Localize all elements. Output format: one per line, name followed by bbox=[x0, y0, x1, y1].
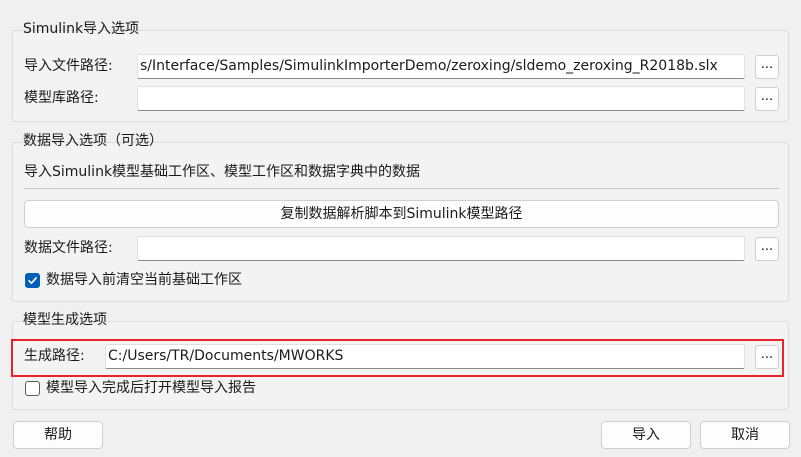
checkmark-icon bbox=[28, 277, 37, 284]
library-path-browse-button[interactable]: ... bbox=[755, 87, 779, 111]
output-path-label: 生成路径: bbox=[24, 348, 85, 364]
output-path-field[interactable]: C:/Users/TR/Documents/MWORKS bbox=[105, 344, 745, 369]
import-button[interactable]: 导入 bbox=[601, 421, 691, 449]
data-file-path-label: 数据文件路径: bbox=[24, 240, 113, 256]
import-path-field[interactable]: s/Interface/Samples/SimulinkImporterDemo… bbox=[137, 54, 745, 79]
description-divider bbox=[24, 188, 779, 189]
data-import-description: 导入Simulink模型基础工作区、模型工作区和数据字典中的数据 bbox=[24, 164, 421, 180]
data-file-path-field[interactable] bbox=[137, 236, 745, 261]
library-path-label: 模型库路径: bbox=[24, 90, 99, 106]
output-path-browse-button[interactable]: ... bbox=[755, 345, 779, 369]
group-title-generation: 模型生成选项 bbox=[23, 312, 107, 328]
import-path-label: 导入文件路径: bbox=[24, 58, 113, 74]
data-file-browse-button[interactable]: ... bbox=[755, 237, 779, 261]
group-title-data: 数据导入选项（可选） bbox=[23, 133, 163, 149]
import-path-browse-button[interactable]: ... bbox=[755, 55, 779, 79]
library-path-field[interactable] bbox=[137, 86, 745, 111]
open-report-label[interactable]: 模型导入完成后打开模型导入报告 bbox=[46, 378, 256, 398]
group-title-simulink: Simulink导入选项 bbox=[23, 21, 140, 37]
clear-workspace-checkbox[interactable] bbox=[25, 273, 40, 288]
cancel-button[interactable]: 取消 bbox=[700, 421, 790, 449]
copy-script-button[interactable]: 复制数据解析脚本到Simulink模型路径 bbox=[24, 200, 779, 228]
open-report-checkbox[interactable] bbox=[25, 381, 40, 396]
clear-workspace-label[interactable]: 数据导入前清空当前基础工作区 bbox=[46, 270, 242, 290]
help-button[interactable]: 帮助 bbox=[13, 421, 103, 449]
